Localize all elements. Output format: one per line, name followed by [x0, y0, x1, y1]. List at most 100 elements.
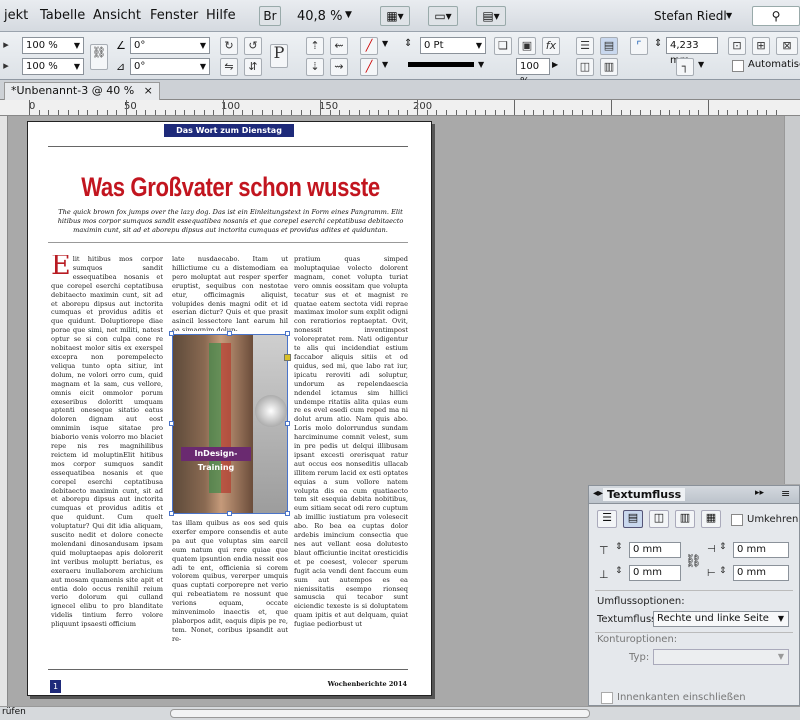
chevron-down-icon[interactable]: ▼ [74, 59, 80, 74]
text-column-1[interactable]: Elit hitibus mos corpor sumquos sandit e… [51, 255, 163, 670]
stroke-none-icon[interactable]: ╱ [360, 58, 378, 76]
chevron-down-icon[interactable]: ▼ [382, 39, 388, 48]
constrain-proportions-icon[interactable]: ⛓ [90, 44, 108, 70]
stroke-weight-field[interactable]: 0 Pt ▼ [420, 37, 486, 54]
corner-shape-icon[interactable]: ┐ [676, 58, 694, 76]
wrap-next-column-button[interactable]: ▦ [701, 510, 721, 528]
wrap-side-select[interactable]: Rechte und linke Seite ▼ [653, 611, 789, 627]
selection-handle[interactable] [285, 421, 290, 426]
fit-frame-content-icon[interactable]: ⊞ [752, 37, 770, 55]
corner-options-icon[interactable]: ⌜ [630, 37, 648, 55]
text-column-3[interactable]: pratium quas simped moluptaquiae volecto… [294, 255, 408, 670]
center-content-icon[interactable]: ⊠ [776, 37, 798, 55]
lead-paragraph[interactable]: The quick brown fox jumps over the lazy … [53, 208, 408, 235]
invert-checkbox[interactable] [731, 514, 743, 526]
fx-icon[interactable]: fx [542, 37, 560, 55]
stepper-icon[interactable]: ⇕ [719, 542, 727, 552]
type-select[interactable]: ▼ [653, 649, 789, 665]
wrap-none-button[interactable]: ☰ [597, 510, 617, 528]
user-name[interactable]: Stefan Riedl [654, 9, 727, 23]
selection-handle[interactable] [169, 511, 174, 516]
effects-icon[interactable]: ▣ [518, 37, 536, 55]
stepper-icon[interactable]: ⇕ [615, 542, 623, 552]
placed-image[interactable]: InDesign-Training [172, 334, 288, 514]
page-banner[interactable]: Das Wort zum Dienstag [164, 124, 294, 137]
selection-handle[interactable] [227, 331, 232, 336]
document-page[interactable]: Das Wort zum Dienstag Was Großvater scho… [27, 121, 432, 696]
text-column-2-top[interactable]: late nusdaecabo. Itam ut hillictiume cu … [172, 255, 288, 331]
chevron-down-icon[interactable]: ▼ [478, 60, 484, 69]
inner-edges-checkbox[interactable] [601, 692, 613, 704]
menu-object[interactable]: jekt [4, 8, 28, 23]
menu-view[interactable]: Ansicht [93, 8, 141, 23]
document-tab[interactable]: *Unbenannt-3 @ 40 % × [4, 82, 160, 100]
wrap-shape-button[interactable]: ◫ [649, 510, 669, 528]
shear-field[interactable]: 0° ▼ [130, 58, 210, 75]
offset-top-field[interactable]: 0 mm [629, 542, 681, 558]
autofit-checkbox[interactable] [732, 60, 744, 72]
flip-vertical-icon[interactable]: ⇵ [244, 58, 262, 76]
fill-none-icon[interactable]: ╱ [360, 37, 378, 55]
rotate-cw-icon[interactable]: ↻ [220, 37, 238, 55]
chevron-down-icon[interactable]: ▼ [778, 650, 784, 664]
close-icon[interactable]: × [144, 84, 153, 97]
corner-size-field[interactable]: 4,233 mm [666, 37, 718, 66]
chevron-down-icon[interactable]: ▼ [345, 10, 352, 20]
search-field[interactable]: ⚲ [752, 6, 800, 26]
selection-handle[interactable] [285, 331, 290, 336]
view-options-icon[interactable]: ▦▾ [380, 6, 410, 26]
text-column-2-bottom[interactable]: tas illam quibus as eos sed quis exerfer… [172, 519, 288, 669]
wrap-object-shape-icon[interactable]: ◫ [576, 58, 594, 76]
rotate-ccw-icon[interactable]: ↺ [244, 37, 262, 55]
chevron-down-icon[interactable]: ▼ [74, 38, 80, 53]
panel-header[interactable]: ◂▸ Textumfluss ▸▸ ≡ [589, 486, 799, 504]
wrap-bounding-button[interactable]: ▤ [623, 510, 643, 528]
arrange-documents-icon[interactable]: ▤▾ [476, 6, 506, 26]
stepper-icon[interactable]: ⇕ [615, 566, 623, 576]
select-next-icon[interactable]: ⇝ [330, 58, 348, 76]
menu-help[interactable]: Hilfe [206, 8, 236, 23]
fit-content-frame-icon[interactable]: ⊡ [728, 37, 746, 55]
offset-left-field[interactable]: 0 mm [733, 542, 789, 558]
stroke-type-preview[interactable] [408, 62, 474, 67]
link-settings-icon[interactable]: ⛓ [685, 554, 702, 569]
zoom-level[interactable]: 40,8 % [297, 9, 342, 24]
wrap-none-icon[interactable]: ☰ [576, 37, 594, 55]
scale-x-field[interactable]: 100 % ▼ [22, 37, 84, 54]
panel-menu-icon[interactable]: ≡ [781, 487, 790, 500]
chevron-down-icon[interactable]: ▼ [200, 38, 206, 53]
screen-mode-icon[interactable]: ▭▾ [428, 6, 458, 26]
rotation-field[interactable]: 0° ▼ [130, 37, 210, 54]
selection-handle[interactable] [169, 331, 174, 336]
chevron-down-icon[interactable]: ▼ [382, 60, 388, 69]
drop-shadow-icon[interactable]: ❏ [494, 37, 512, 55]
bridge-button[interactable]: Br [259, 6, 281, 26]
horizontal-scrollbar[interactable]: rüfen [0, 706, 800, 720]
chevron-down-icon[interactable]: ▼ [200, 59, 206, 74]
user-chevron-icon[interactable]: ▼ [726, 11, 732, 20]
selection-handle[interactable] [227, 511, 232, 516]
offset-bottom-field[interactable]: 0 mm [629, 565, 681, 581]
vertical-scrollbar[interactable] [784, 116, 800, 484]
wrap-handle[interactable] [284, 354, 291, 361]
selection-handle[interactable] [169, 421, 174, 426]
opacity-field[interactable]: 100 % [516, 58, 550, 87]
wrap-bounding-box-icon[interactable]: ▤ [600, 37, 618, 55]
wrap-jump-object-icon[interactable]: ▥ [600, 58, 618, 76]
scale-y-field[interactable]: 100 % ▼ [22, 58, 84, 75]
selection-handle[interactable] [285, 511, 290, 516]
select-container-icon[interactable]: ⇡ [306, 37, 324, 55]
chevron-down-icon[interactable]: ▶ [552, 60, 558, 69]
expand-icon[interactable]: ▸▸ [755, 488, 764, 498]
collapse-icon[interactable]: ◂▸ [593, 488, 603, 499]
chevron-down-icon[interactable]: ▼ [476, 38, 482, 53]
headline[interactable]: Was Großvater schon wusste [64, 172, 396, 203]
select-content-icon[interactable]: ⇣ [306, 58, 324, 76]
stepper-icon[interactable]: ⇕ [719, 566, 727, 576]
wrap-jump-button[interactable]: ▥ [675, 510, 695, 528]
path-direction-icon[interactable]: P [270, 44, 288, 68]
flip-horizontal-icon[interactable]: ⇋ [220, 58, 238, 76]
chevron-down-icon[interactable]: ▼ [698, 60, 704, 69]
scroll-thumb[interactable] [170, 709, 590, 718]
offset-right-field[interactable]: 0 mm [733, 565, 789, 581]
